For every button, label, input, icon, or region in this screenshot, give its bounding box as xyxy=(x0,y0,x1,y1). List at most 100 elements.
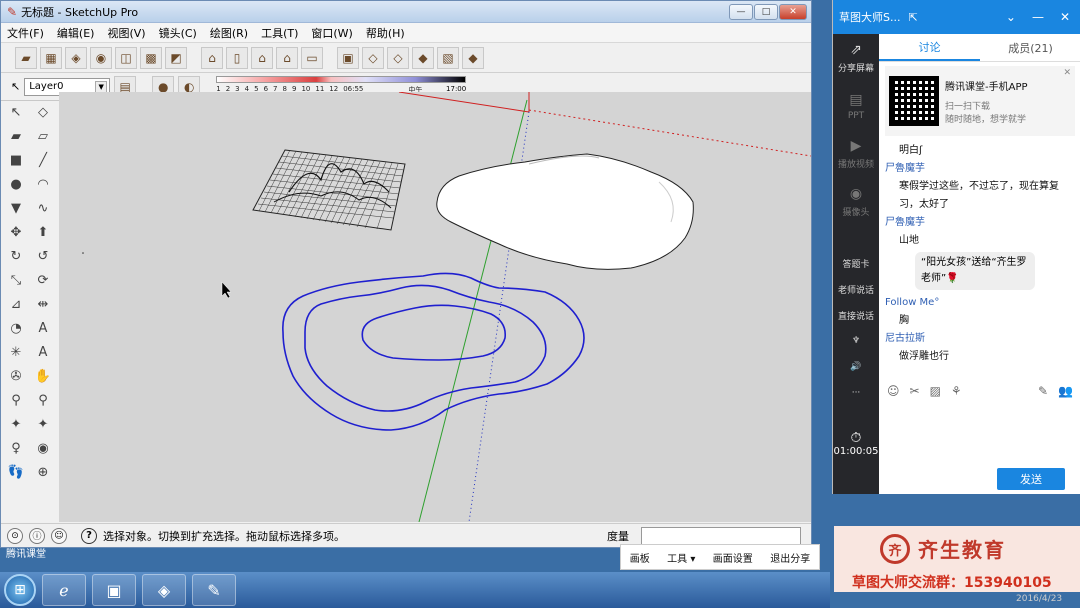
scissors-icon[interactable]: ✂ xyxy=(910,384,920,398)
share-screen-button[interactable]: ⇗ 分享屏幕 xyxy=(833,34,879,82)
axes-icon[interactable]: ✳ xyxy=(5,341,27,363)
iso-view-icon[interactable]: ⌂ xyxy=(201,46,223,69)
hidden-line-icon[interactable]: ◇ xyxy=(387,46,409,69)
menu-help[interactable]: 帮助(H) xyxy=(366,25,405,41)
wireframe-icon[interactable]: ◇ xyxy=(362,46,384,69)
terrain-mesh[interactable] xyxy=(252,149,406,231)
push-pull-icon[interactable]: ⬆ xyxy=(32,221,54,243)
sketchup-taskbar-icon[interactable]: ✎ xyxy=(192,574,236,606)
flip-edge-icon[interactable]: ◩ xyxy=(165,46,187,69)
3d-text-icon[interactable]: A xyxy=(32,341,54,363)
message-author[interactable]: 尸魯魔芋 xyxy=(885,160,1075,178)
emoji-icon[interactable]: ☺ xyxy=(887,384,900,398)
tape-measure-icon[interactable]: ⊿ xyxy=(5,293,27,315)
move-icon[interactable]: ✥ xyxy=(5,221,27,243)
rectangle-icon[interactable]: ■ xyxy=(5,149,27,171)
back-view-icon[interactable]: ▭ xyxy=(301,46,323,69)
monochrome-icon[interactable]: ◆ xyxy=(462,46,484,69)
help-icon[interactable]: ? xyxy=(81,527,97,544)
menu-edit[interactable]: 编辑(E) xyxy=(57,25,95,41)
polygon-icon[interactable]: ▼ xyxy=(5,197,27,219)
position-camera-icon[interactable]: ♀ xyxy=(5,437,27,459)
menu-file[interactable]: 文件(F) xyxy=(7,25,44,41)
minimize-button[interactable]: — xyxy=(729,3,753,20)
close-icon[interactable]: ✕ xyxy=(1060,10,1070,24)
camera-button[interactable]: ◉ 摄像头 xyxy=(833,178,879,226)
message-author[interactable]: Follow Me° xyxy=(885,294,1075,312)
direct-talk-button[interactable]: 直接说话 xyxy=(833,302,879,328)
answer-card-button[interactable]: 答题卡 xyxy=(833,250,879,276)
orbit-icon[interactable]: ✇ xyxy=(5,365,27,387)
zoom-extents-icon[interactable]: ✦ xyxy=(5,413,27,435)
arc-icon[interactable]: ◠ xyxy=(32,173,54,195)
right-view-icon[interactable]: ⌂ xyxy=(276,46,298,69)
menu-window[interactable]: 窗口(W) xyxy=(311,25,352,41)
contour-lines[interactable] xyxy=(282,272,585,431)
add-detail-icon[interactable]: ▩ xyxy=(140,46,162,69)
make-component-icon[interactable]: ◇ xyxy=(32,101,54,123)
maximize-button[interactable]: □ xyxy=(754,3,778,20)
tools-button[interactable]: 工具 ▾ xyxy=(667,550,695,565)
pan-icon[interactable]: ✋ xyxy=(32,365,54,387)
offset-icon[interactable]: ⟳ xyxy=(32,269,54,291)
users-icon[interactable]: 👥 xyxy=(1058,384,1073,398)
scale-icon[interactable]: ⤡ xyxy=(5,269,27,291)
chevron-down-icon[interactable]: ⌄ xyxy=(1006,10,1016,24)
image-icon[interactable]: ▨ xyxy=(930,384,941,398)
tab-members[interactable]: 成员(21) xyxy=(980,34,1080,61)
look-around-icon[interactable]: ◉ xyxy=(32,437,54,459)
credits-icon[interactable]: ⓘ xyxy=(29,527,45,544)
more-icon[interactable]: ··· xyxy=(833,380,879,406)
section-plane-icon[interactable]: ⊕ xyxy=(32,461,54,483)
line-icon[interactable]: ╱ xyxy=(32,149,54,171)
circle-icon[interactable]: ● xyxy=(5,173,27,195)
message-author[interactable]: 尸魯魔芋 xyxy=(885,214,1075,232)
edit-icon[interactable]: ✎ xyxy=(1038,384,1048,398)
board-button[interactable]: 画板 xyxy=(630,550,650,565)
speaker-icon[interactable]: 🔊 xyxy=(833,354,879,380)
close-icon[interactable]: ✕ xyxy=(1063,68,1071,78)
send-button[interactable]: 发送 xyxy=(997,468,1065,490)
ie-taskbar-icon[interactable]: ℯ xyxy=(42,574,86,606)
message-author[interactable]: 尼古拉斯 xyxy=(885,330,1075,348)
top-view-icon[interactable]: ▯ xyxy=(226,46,248,69)
hill-surface[interactable] xyxy=(436,153,694,270)
select-icon[interactable]: ↖ xyxy=(5,101,27,123)
zoom-window-icon[interactable]: ⚲ xyxy=(32,389,54,411)
sandbox-from-contours-icon[interactable]: ▰ xyxy=(15,46,37,69)
start-button[interactable]: ⊞ xyxy=(4,574,36,606)
follow-me-icon[interactable]: ↺ xyxy=(32,245,54,267)
front-view-icon[interactable]: ⌂ xyxy=(251,46,273,69)
modeling-viewport[interactable] xyxy=(59,92,811,522)
eraser-icon[interactable]: ▱ xyxy=(32,125,54,147)
ppt-button[interactable]: ▤ PPT xyxy=(833,82,879,130)
walk-icon[interactable]: 👣 xyxy=(5,461,27,483)
tab-discuss[interactable]: 讨论 xyxy=(879,34,980,61)
measurements-input[interactable] xyxy=(641,526,801,545)
freehand-icon[interactable]: ∿ xyxy=(32,197,54,219)
powerpoint-taskbar-icon[interactable]: ▣ xyxy=(92,574,136,606)
display-settings-button[interactable]: 画面设置 xyxy=(713,550,753,565)
play-video-button[interactable]: ▶ 播放视频 xyxy=(833,130,879,178)
minimize-icon[interactable]: — xyxy=(1032,10,1044,24)
menu-view[interactable]: 视图(V) xyxy=(107,25,145,41)
geo-location-icon[interactable]: ⊙ xyxy=(7,527,23,544)
tencent-classroom-taskbar-icon[interactable]: ◈ xyxy=(142,574,186,606)
smoove-icon[interactable]: ◈ xyxy=(65,46,87,69)
menu-draw[interactable]: 绘图(R) xyxy=(210,25,248,41)
share-out-icon[interactable]: ⇱ xyxy=(908,11,917,24)
text-icon[interactable]: A xyxy=(32,317,54,339)
xray-icon[interactable]: ▣ xyxy=(337,46,359,69)
microphone-icon[interactable]: ♆ xyxy=(833,328,879,354)
user-icon[interactable]: ☺ xyxy=(51,527,67,544)
sandbox-from-scratch-icon[interactable]: ▦ xyxy=(40,46,62,69)
shaded-icon[interactable]: ◆ xyxy=(412,46,434,69)
exit-share-button[interactable]: 退出分享 xyxy=(770,550,810,565)
shaded-textures-icon[interactable]: ▧ xyxy=(437,46,459,69)
stamp-icon[interactable]: ◉ xyxy=(90,46,112,69)
rotate-icon[interactable]: ↻ xyxy=(5,245,27,267)
paint-bucket-icon[interactable]: ▰ xyxy=(5,125,27,147)
close-button[interactable]: ✕ xyxy=(779,3,807,20)
menu-tools[interactable]: 工具(T) xyxy=(261,25,298,41)
previous-view-icon[interactable]: ✦ xyxy=(32,413,54,435)
